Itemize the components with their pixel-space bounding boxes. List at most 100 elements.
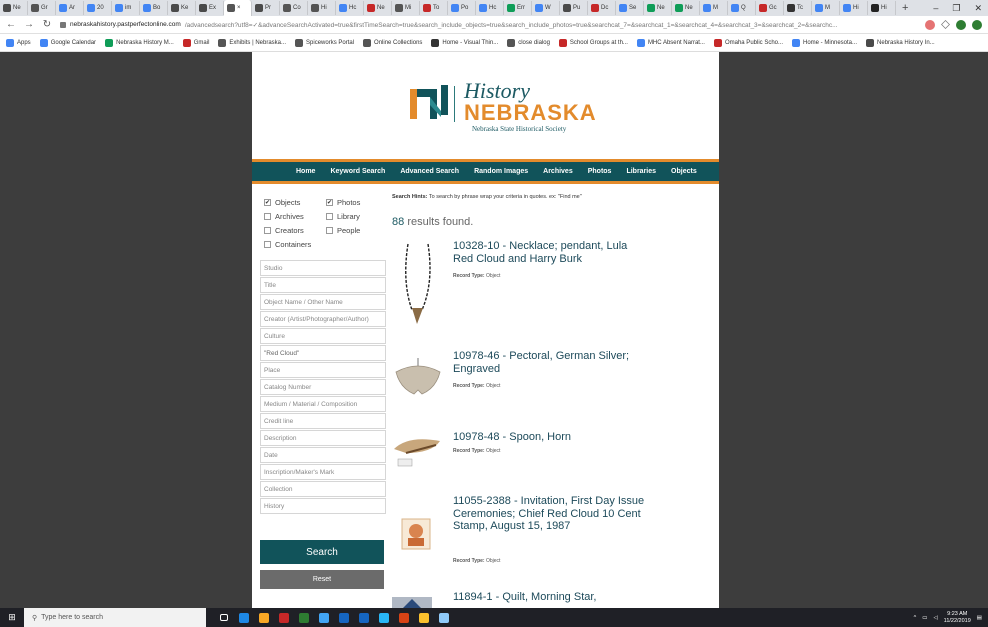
browser-tab[interactable]: Gc: [756, 1, 784, 15]
browser-tab[interactable]: Ne: [672, 1, 700, 15]
nav-link-archives[interactable]: Archives: [543, 168, 573, 175]
bookmark-item[interactable]: Spiceworks Portal: [295, 38, 354, 47]
browser-tab[interactable]: Err: [504, 1, 532, 15]
checkbox-box[interactable]: [326, 213, 333, 220]
browser-tab[interactable]: Pr: [252, 1, 280, 15]
close-window-icon[interactable]: ✕: [974, 3, 982, 14]
bookmark-item[interactable]: Apps: [6, 38, 31, 47]
windows-start-icon[interactable]: ⊞: [0, 608, 24, 627]
nav-link-libraries[interactable]: Libraries: [626, 168, 656, 175]
browser-tab[interactable]: Tc: [784, 1, 812, 15]
browser-tab[interactable]: Se: [616, 1, 644, 15]
checkbox-objects[interactable]: ✔ Objects: [264, 198, 326, 207]
bookmark-item[interactable]: Omaha Public Scho...: [713, 38, 783, 47]
browser-tab[interactable]: 20: [84, 1, 112, 15]
search-field[interactable]: Object Name / Other Name: [260, 294, 386, 310]
stamp-image[interactable]: [392, 517, 444, 551]
search-field[interactable]: Place: [260, 362, 386, 378]
browser-tab[interactable]: Hi: [868, 1, 896, 15]
browser-tab[interactable]: Co: [280, 1, 308, 15]
task-view-icon[interactable]: [216, 608, 232, 627]
skype-icon[interactable]: [376, 608, 392, 627]
history-nebraska-logo-icon[interactable]: [410, 83, 448, 123]
bookmark-item[interactable]: close dialog: [507, 38, 550, 47]
search-field[interactable]: Description: [260, 430, 386, 446]
file-explorer-icon[interactable]: [256, 608, 272, 627]
checkbox-creators[interactable]: Creators: [264, 226, 326, 235]
result-title[interactable]: 11894-1 - Quilt, Morning Star,: [453, 591, 648, 604]
quilt-image[interactable]: [392, 597, 444, 608]
bookmark-item[interactable]: Home - Minnesota...: [792, 38, 857, 47]
browser-tab[interactable]: Ar: [56, 1, 84, 15]
back-icon[interactable]: ←: [6, 19, 16, 30]
browser-tab[interactable]: To: [420, 1, 448, 15]
nav-link-random-images[interactable]: Random Images: [474, 168, 528, 175]
bookmark-item[interactable]: Exhibits | Nebraska...: [218, 38, 286, 47]
volume-icon[interactable]: ◁: [933, 615, 937, 621]
chrome-icon[interactable]: [416, 608, 432, 627]
nav-link-home[interactable]: Home: [296, 168, 315, 175]
search-field[interactable]: Medium / Material / Composition: [260, 396, 386, 412]
checkbox-box[interactable]: [326, 227, 333, 234]
checkbox-archives[interactable]: Archives: [264, 212, 326, 221]
search-field[interactable]: "Red Cloud": [260, 345, 386, 361]
extension-icon[interactable]: [972, 19, 982, 30]
search-field[interactable]: History: [260, 498, 386, 514]
result-title[interactable]: 10978-46 - Pectoral, German Silver; Engr…: [453, 350, 648, 375]
star-icon[interactable]: [941, 20, 950, 29]
clock[interactable]: 9:23 AM 11/22/2019: [944, 611, 971, 625]
chevron-up-icon[interactable]: ^: [914, 615, 917, 621]
browser-tab[interactable]: W: [532, 1, 560, 15]
browser-tab[interactable]: im: [112, 1, 140, 15]
checkbox-people[interactable]: People: [326, 226, 388, 235]
browser-tab[interactable]: Hi: [840, 1, 868, 15]
browser-tab[interactable]: Hc: [336, 1, 364, 15]
checkbox-containers[interactable]: Containers: [264, 240, 326, 249]
browser-tab[interactable]: Dc: [588, 1, 616, 15]
nav-link-photos[interactable]: Photos: [588, 168, 612, 175]
bookmark-item[interactable]: School Groups at th...: [558, 38, 628, 47]
browser-tab[interactable]: Ne: [0, 1, 28, 15]
taskbar-search-box[interactable]: ⚲ Type here to search: [24, 608, 206, 627]
bookmark-item[interactable]: Nebraska History M...: [105, 38, 174, 47]
word-icon[interactable]: [356, 608, 372, 627]
pectoral-image[interactable]: [392, 356, 444, 398]
browser-tab[interactable]: M: [700, 1, 728, 15]
access-icon[interactable]: [276, 608, 292, 627]
browser-tab[interactable]: ×: [224, 0, 252, 16]
checkbox-box[interactable]: [264, 241, 271, 248]
checkbox-box[interactable]: ✔: [264, 199, 271, 206]
browser-tab[interactable]: M: [812, 1, 840, 15]
maximize-icon[interactable]: ❐: [952, 3, 960, 14]
extension-icon[interactable]: [925, 19, 935, 30]
result-title[interactable]: 10978-48 - Spoon, Horn: [453, 431, 648, 444]
search-field[interactable]: Title: [260, 277, 386, 293]
browser-tab[interactable]: Bo: [140, 1, 168, 15]
browser-tab[interactable]: Pu: [560, 1, 588, 15]
checkbox-box[interactable]: [264, 213, 271, 220]
bookmark-item[interactable]: Nebraska History In...: [866, 38, 935, 47]
network-icon[interactable]: ▭: [922, 615, 927, 621]
photos-icon[interactable]: [436, 608, 452, 627]
url-field[interactable]: nebraskahistory.pastperfectonline.com/ad…: [60, 18, 917, 32]
checkbox-box[interactable]: [264, 227, 271, 234]
search-field[interactable]: Creator (Artist/Photographer/Author): [260, 311, 386, 327]
browser-tab[interactable]: Ke: [168, 1, 196, 15]
necklace-image[interactable]: [392, 242, 444, 326]
browser-tab[interactable]: Po: [448, 1, 476, 15]
browser-tab[interactable]: Mi: [392, 1, 420, 15]
outlook-icon[interactable]: [336, 608, 352, 627]
browser-tab[interactable]: Q: [728, 1, 756, 15]
search-field[interactable]: Catalog Number: [260, 379, 386, 395]
bookmark-item[interactable]: Gmail: [182, 38, 209, 47]
result-title[interactable]: 11055-2388 - Invitation, First Day Issue…: [453, 495, 648, 533]
search-field[interactable]: Collection: [260, 481, 386, 497]
search-button[interactable]: Search: [260, 540, 384, 564]
nav-link-objects[interactable]: Objects: [671, 168, 697, 175]
bookmark-item[interactable]: Online Collections: [363, 38, 422, 47]
checkbox-photos[interactable]: ✔ Photos: [326, 198, 388, 207]
nav-link-advanced-search[interactable]: Advanced Search: [400, 168, 459, 175]
bookmark-item[interactable]: Google Calendar: [39, 38, 96, 47]
minimize-icon[interactable]: –: [933, 3, 938, 14]
search-field[interactable]: Studio: [260, 260, 386, 276]
